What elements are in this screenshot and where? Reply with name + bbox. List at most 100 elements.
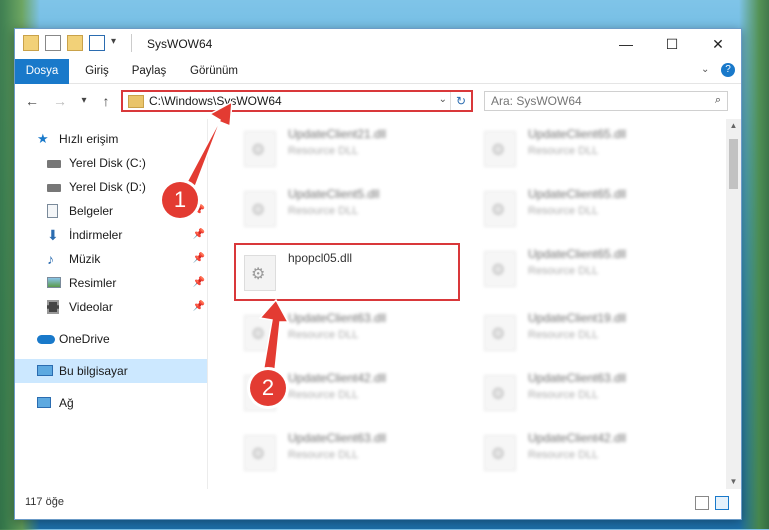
- sidebar-item-local-disk-c[interactable]: Yerel Disk (C:): [15, 151, 207, 175]
- sidebar-item-label: Belgeler: [69, 204, 114, 218]
- sidebar-item-label: Ağ: [59, 396, 74, 410]
- vertical-scrollbar[interactable]: ▲ ▼: [726, 119, 741, 489]
- search-icon[interactable]: ⌕: [715, 94, 721, 107]
- properties-icon[interactable]: [45, 35, 61, 51]
- sidebar-item-label: İndirmeler: [69, 228, 123, 242]
- file-type: Resource DLL: [528, 145, 599, 157]
- dll-file-icon: [484, 131, 516, 167]
- drive-icon: [47, 184, 61, 192]
- sidebar-item-pictures[interactable]: Resimler 📌: [15, 271, 207, 295]
- sidebar-item-videos[interactable]: Videolar 📌: [15, 295, 207, 319]
- sidebar-item-label: Yerel Disk (C:): [69, 156, 146, 170]
- pictures-icon: [47, 277, 61, 288]
- file-type: Resource DLL: [528, 449, 599, 461]
- file-type: Resource DLL: [528, 329, 599, 341]
- music-icon: ♪: [47, 251, 54, 267]
- file-name: UpdateClient65.dll: [528, 187, 627, 201]
- dll-file-icon: [244, 131, 276, 167]
- background-palm-right: [739, 0, 769, 529]
- file-item[interactable]: UpdateClient5.dll Resource DLL: [236, 183, 456, 235]
- sidebar-item-label: Müzik: [69, 252, 101, 266]
- customize-icon[interactable]: [89, 35, 105, 51]
- search-box[interactable]: ⌕: [484, 91, 728, 111]
- documents-icon: [47, 204, 58, 218]
- dll-file-icon: [244, 435, 276, 471]
- tab-view[interactable]: Görünüm: [185, 59, 243, 83]
- expand-ribbon-icon[interactable]: ⌄: [701, 64, 709, 75]
- file-list: UpdateClient21.dll Resource DLL UpdateCl…: [208, 119, 726, 489]
- file-item-hpopcl05[interactable]: hpopcl05.dll: [234, 243, 460, 301]
- up-button[interactable]: ↑: [97, 92, 115, 110]
- scroll-thumb[interactable]: [729, 139, 738, 189]
- file-item[interactable]: UpdateClient65.dll Resource DLL: [476, 183, 696, 235]
- pin-icon[interactable]: 📌: [193, 247, 205, 271]
- drive-icon: [47, 160, 61, 168]
- file-name: UpdateClient21.dll: [288, 127, 387, 141]
- file-name: UpdateClient42.dll: [528, 431, 627, 445]
- file-item[interactable]: UpdateClient42.dll Resource DLL: [476, 427, 696, 479]
- scroll-down-icon[interactable]: ▼: [726, 475, 741, 489]
- file-item[interactable]: UpdateClient63.dll Resource DLL: [236, 307, 456, 359]
- address-path[interactable]: C:\Windows\SysWOW64: [149, 94, 282, 108]
- sidebar-item-onedrive[interactable]: OneDrive: [15, 327, 207, 351]
- sidebar-item-this-pc[interactable]: Bu bilgisayar: [15, 359, 207, 383]
- sidebar-item-label: Videolar: [69, 300, 113, 314]
- tab-home[interactable]: Giriş: [77, 59, 117, 83]
- file-name: UpdateClient65.dll: [528, 127, 627, 141]
- pin-icon[interactable]: 📌: [193, 295, 205, 319]
- folder-icon: [23, 35, 39, 51]
- new-folder-icon[interactable]: [67, 35, 83, 51]
- file-type: Resource DLL: [288, 389, 359, 401]
- computer-icon: [37, 365, 53, 376]
- maximize-button[interactable]: ☐: [649, 29, 695, 59]
- tab-share[interactable]: Paylaş: [127, 59, 171, 83]
- dll-file-icon: [484, 315, 516, 351]
- back-button[interactable]: ←: [23, 92, 41, 110]
- network-icon: [37, 397, 51, 408]
- sidebar-item-label: Hızlı erişim: [59, 132, 119, 146]
- file-item[interactable]: UpdateClient21.dll Resource DLL: [236, 123, 456, 175]
- sidebar-item-music[interactable]: ♪ Müzik 📌: [15, 247, 207, 271]
- dll-file-icon: [484, 191, 516, 227]
- dll-file-icon: [484, 251, 516, 287]
- file-type: Resource DLL: [288, 145, 359, 157]
- cloud-icon: [37, 335, 55, 344]
- pin-icon[interactable]: 📌: [193, 271, 205, 295]
- file-item[interactable]: UpdateClient65.dll Resource DLL: [476, 123, 696, 175]
- dll-file-icon: [244, 191, 276, 227]
- file-name: UpdateClient65.dll: [528, 247, 627, 261]
- file-item[interactable]: UpdateClient19.dll Resource DLL: [476, 307, 696, 359]
- refresh-button[interactable]: ↻: [450, 92, 471, 110]
- help-icon[interactable]: ?: [721, 63, 735, 77]
- sidebar-item-network[interactable]: Ağ: [15, 391, 207, 415]
- scroll-up-icon[interactable]: ▲: [726, 119, 741, 133]
- navigation-pane: ★ Hızlı erişim Yerel Disk (C:) Yerel Dis…: [15, 119, 207, 489]
- pin-icon[interactable]: 📌: [193, 223, 205, 247]
- title-separator: [131, 34, 132, 52]
- sidebar-item-downloads[interactable]: ⬇ İndirmeler 📌: [15, 223, 207, 247]
- ribbon-tabs: Dosya Giriş Paylaş Görünüm ⌄ ?: [15, 59, 741, 111]
- large-icons-view-icon[interactable]: [715, 496, 729, 510]
- recent-locations-button[interactable]: ▾: [75, 92, 93, 110]
- file-item[interactable]: UpdateClient63.dll Resource DLL: [476, 367, 696, 419]
- minimize-button[interactable]: —: [603, 29, 649, 59]
- star-icon: ★: [37, 131, 49, 146]
- file-type: Resource DLL: [528, 389, 599, 401]
- file-name: UpdateClient63.dll: [528, 371, 627, 385]
- close-button[interactable]: ✕: [695, 29, 741, 59]
- file-item[interactable]: UpdateClient65.dll Resource DLL: [476, 243, 696, 295]
- title-bar: ▾ SysWOW64 — ☐ ✕: [15, 29, 741, 59]
- file-name: hpopcl05.dll: [288, 251, 353, 265]
- search-input[interactable]: [489, 93, 693, 109]
- file-type: Resource DLL: [528, 265, 599, 277]
- file-type: Resource DLL: [528, 205, 599, 217]
- file-type: Resource DLL: [288, 329, 359, 341]
- forward-button[interactable]: →: [51, 92, 69, 110]
- file-item[interactable]: UpdateClient63.dll Resource DLL: [236, 427, 456, 479]
- sidebar-item-quick-access[interactable]: ★ Hızlı erişim: [15, 127, 207, 151]
- address-dropdown-icon[interactable]: ⌄: [439, 94, 447, 105]
- status-bar: 117 öğe: [15, 490, 741, 518]
- address-bar[interactable]: C:\Windows\SysWOW64 ⌄ ↻: [121, 90, 473, 112]
- details-view-icon[interactable]: [695, 496, 709, 510]
- quick-access-dropdown-icon[interactable]: ▾: [111, 36, 116, 47]
